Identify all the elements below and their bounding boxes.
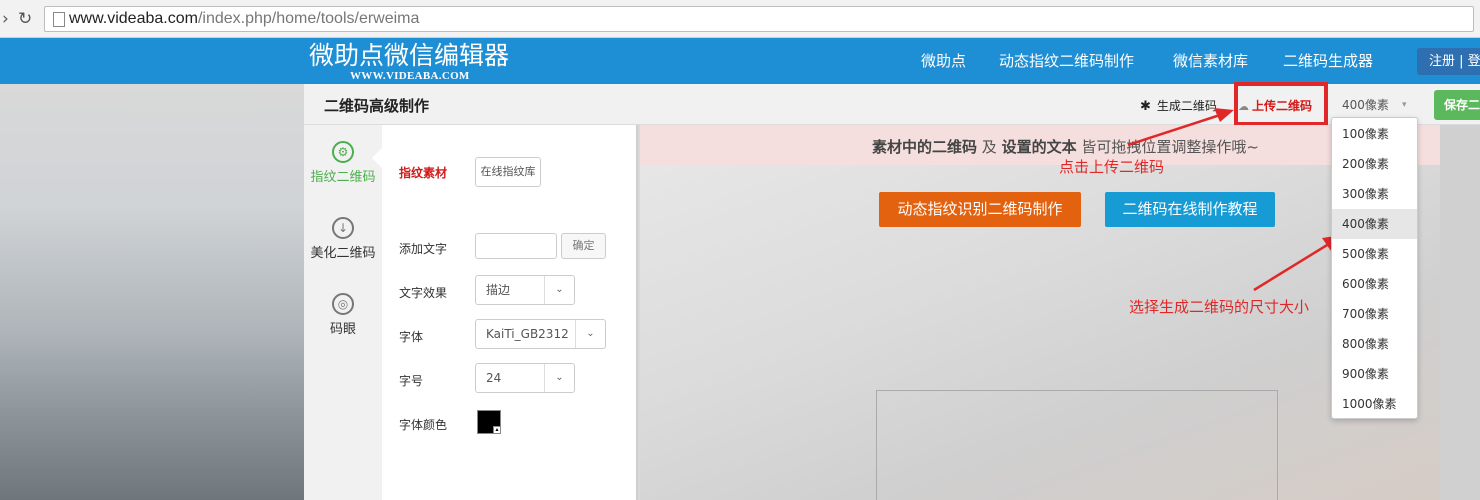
cloud-upload-icon: ☁ [1238, 100, 1249, 113]
add-text-label: 添加文字 [399, 242, 448, 256]
size-option[interactable]: 600像素 [1332, 269, 1417, 299]
font-size-label: 字号 [399, 374, 424, 388]
size-hint-annotation: 选择生成二维码的尺寸大小 [1129, 298, 1310, 316]
url-path: /index.php/home/tools/erweima [197, 10, 420, 27]
tab-code-eye[interactable]: ◎ 码眼 [304, 293, 382, 337]
gear-icon: ⚙ [332, 141, 354, 163]
upload-qr-label: 上传二维码 [1252, 99, 1313, 113]
size-select[interactable]: 400像素 ▾ [1336, 94, 1416, 116]
notice-bold-materials: 素材中的二维码 [872, 138, 978, 156]
notice-bold-text: 设置的文本 [1001, 138, 1077, 156]
generate-qr-label: 生成二维码 [1156, 99, 1217, 113]
confirm-button[interactable]: 确定 [561, 233, 606, 259]
address-bar[interactable]: www.videaba.com/index.php/home/tools/erw… [44, 6, 1474, 32]
notice-bar: 素材中的二维码 及 设置的文本 皆可拖拽位置调整操作哦~ [640, 125, 1440, 165]
size-option[interactable]: 300像素 [1332, 179, 1417, 209]
size-option[interactable]: 800像素 [1332, 329, 1417, 359]
size-select-value: 400像素 [1342, 98, 1389, 112]
panel-heading[interactable]: 指纹素材 [399, 164, 447, 181]
editor-title: 二维码高级制作 [324, 97, 430, 115]
settings-panel: 指纹素材 在线指纹库 添加文字 确定 文字效果 描边 ⌄ 字体 KaiTi_GB2… [382, 125, 638, 500]
text-effect-label: 文字效果 [399, 286, 448, 300]
caret-icon: ▴ [493, 426, 501, 434]
qr-canvas-frame[interactable] [876, 390, 1278, 500]
tab-fingerprint-qr[interactable]: ⚙ 指纹二维码 [304, 141, 382, 185]
back-arrow-icon[interactable]: › [2, 9, 9, 29]
side-tabs: ⚙ 指纹二维码 ↓ 美化二维码 ◎ 码眼 [304, 125, 382, 500]
page-background [0, 84, 304, 500]
upload-hint-annotation: 点击上传二维码 [1059, 158, 1165, 176]
generate-qr-button[interactable]: ✱ 生成二维码 [1140, 97, 1217, 114]
size-option-selected[interactable]: 400像素 [1332, 209, 1417, 239]
font-select[interactable]: KaiTi_GB2312 ⌄ [475, 319, 606, 349]
font-size-value: 24 [486, 371, 502, 385]
save-button[interactable]: 保存二 [1434, 90, 1480, 120]
notice-rest: 皆可拖拽位置调整操作哦~ [1076, 138, 1259, 156]
font-label: 字体 [399, 330, 424, 344]
page-icon [53, 12, 65, 27]
gear-icon: ✱ [1140, 99, 1151, 114]
dynamic-fingerprint-qr-button[interactable]: 动态指纹识别二维码制作 [879, 192, 1081, 227]
chevron-down-icon: ⌄ [575, 320, 605, 348]
qr-tutorial-button[interactable]: 二维码在线制作教程 [1105, 192, 1275, 227]
url-host: www.videaba.com [69, 10, 198, 27]
logo-subtitle: WWW.VIDEABA.COM [350, 70, 470, 82]
tab-label: 美化二维码 [310, 246, 376, 261]
text-effect-value: 描边 [486, 283, 511, 297]
font-value: KaiTi_GB2312 [486, 327, 569, 341]
reload-icon[interactable]: ↻ [18, 9, 32, 29]
chevron-down-icon: ▾ [1402, 100, 1407, 110]
nav-link-dynamic-qr[interactable]: 动态指纹二维码制作 [999, 51, 1134, 71]
notice-mid: 及 [977, 138, 1002, 156]
size-option[interactable]: 700像素 [1332, 299, 1417, 329]
text-effect-select[interactable]: 描边 ⌄ [475, 275, 575, 305]
logo-title[interactable]: 微助点微信编辑器 [309, 41, 509, 71]
browser-toolbar: › ↻ www.videaba.com/index.php/home/tools… [0, 0, 1480, 38]
chevron-down-icon: ⌄ [544, 364, 574, 392]
site-header: 微助点微信编辑器 WWW.VIDEABA.COM 微助点 动态指纹二维码制作 微… [0, 38, 1480, 84]
editor-toolbar: 二维码高级制作 ✱ 生成二维码 ☁ 上传二维码 400像素 ▾ 保存二 [304, 82, 1480, 126]
register-login-button[interactable]: 注册 | 登 [1417, 48, 1480, 75]
size-option[interactable]: 500像素 [1332, 239, 1417, 269]
nav-link-qr-generator[interactable]: 二维码生成器 [1283, 51, 1373, 71]
tab-label: 码眼 [329, 322, 356, 337]
tab-beautify-qr[interactable]: ↓ 美化二维码 [304, 217, 382, 261]
tab-pointer [372, 148, 382, 168]
size-option[interactable]: 900像素 [1332, 359, 1417, 389]
nav-link-materials[interactable]: 微信素材库 [1173, 51, 1248, 71]
nav-link-home[interactable]: 微助点 [921, 51, 966, 71]
size-option[interactable]: 1000像素 [1332, 389, 1417, 419]
font-size-select[interactable]: 24 ⌄ [475, 363, 575, 393]
size-dropdown-menu: 100像素 200像素 300像素 400像素 500像素 600像素 700像… [1331, 117, 1418, 419]
url-text: www.videaba.com/index.php/home/tools/erw… [69, 10, 419, 28]
ring-icon: ◎ [332, 293, 354, 315]
page-background-right [1440, 84, 1480, 500]
notice-text: 素材中的二维码 及 设置的文本 皆可拖拽位置调整操作哦~ [872, 136, 1259, 157]
download-circle-icon: ↓ [332, 217, 354, 239]
size-option[interactable]: 100像素 [1332, 119, 1417, 149]
upload-qr-button[interactable]: ☁ 上传二维码 [1238, 97, 1312, 114]
font-color-label: 字体颜色 [399, 418, 448, 432]
font-color-swatch[interactable]: ▴ [477, 410, 501, 434]
canvas-area: 素材中的二维码 及 设置的文本 皆可拖拽位置调整操作哦~ 动态指纹识别二维码制作… [640, 125, 1440, 500]
add-text-input[interactable] [475, 233, 557, 259]
size-option[interactable]: 200像素 [1332, 149, 1417, 179]
chevron-down-icon: ⌄ [544, 276, 574, 304]
tab-label: 指纹二维码 [310, 170, 376, 185]
online-library-button[interactable]: 在线指纹库 [475, 157, 541, 187]
